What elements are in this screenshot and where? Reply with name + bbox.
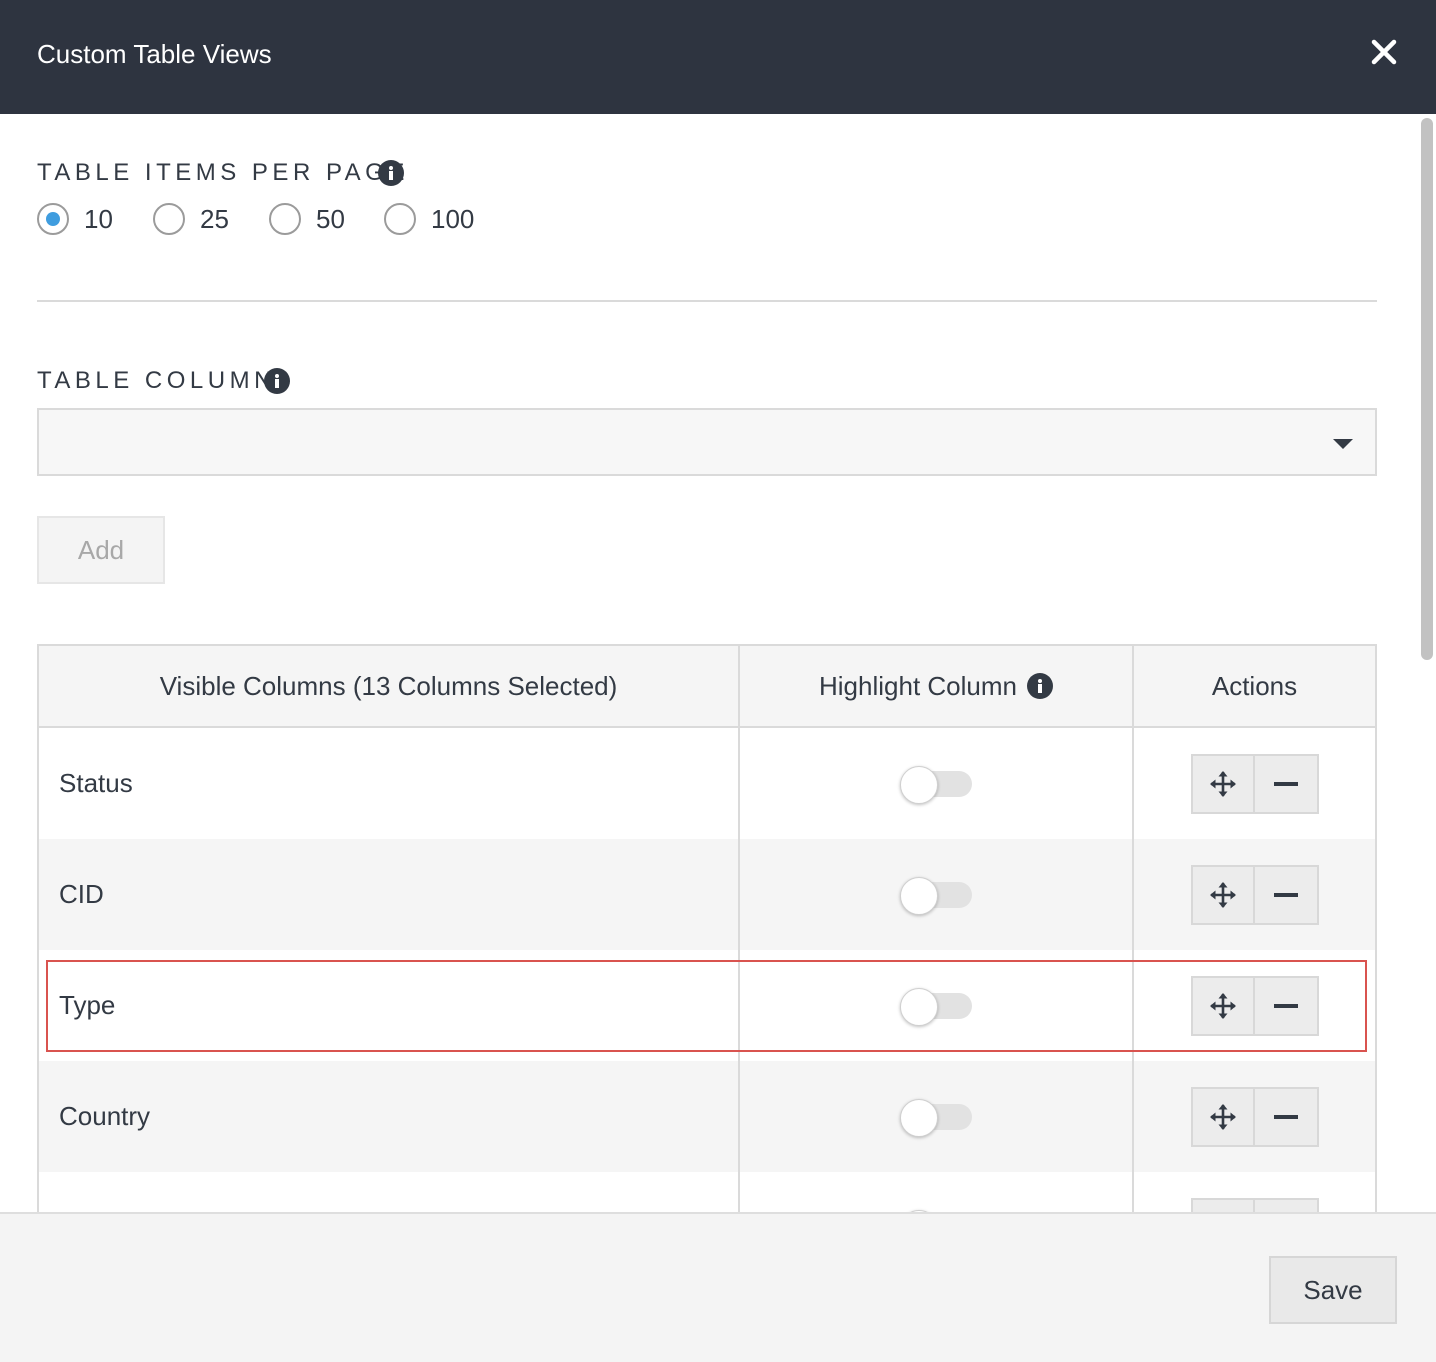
radio-circle[interactable] bbox=[269, 203, 301, 235]
remove-button[interactable] bbox=[1254, 975, 1319, 1036]
highlight-cell bbox=[740, 1061, 1134, 1172]
move-icon bbox=[1209, 992, 1236, 1019]
actions-cell bbox=[1134, 728, 1375, 839]
table-header-row: Visible Columns (13 Columns Selected) Hi… bbox=[39, 646, 1375, 728]
column-name: Country bbox=[39, 1061, 740, 1172]
dialog-footer: Save bbox=[0, 1212, 1436, 1362]
radio-50[interactable]: 50 bbox=[269, 203, 345, 235]
vertical-scrollbar[interactable] bbox=[1420, 114, 1436, 1212]
actions-cell bbox=[1134, 950, 1375, 1061]
close-icon bbox=[1371, 39, 1397, 65]
info-icon[interactable] bbox=[1026, 673, 1053, 699]
info-icon[interactable] bbox=[264, 368, 290, 394]
actions-cell bbox=[1134, 1061, 1375, 1172]
dialog-header: Custom Table Views bbox=[0, 0, 1436, 114]
table-column-label: TABLE COLUMN bbox=[37, 367, 276, 394]
highlight-toggle[interactable] bbox=[900, 1098, 972, 1137]
remove-button[interactable] bbox=[1254, 1086, 1319, 1147]
save-button[interactable]: Save bbox=[1269, 1256, 1397, 1324]
highlight-toggle[interactable] bbox=[900, 987, 972, 1026]
action-group bbox=[1190, 864, 1319, 925]
radio-10[interactable]: 10 bbox=[37, 203, 113, 235]
radio-25[interactable]: 25 bbox=[153, 203, 229, 235]
highlight-toggle[interactable] bbox=[900, 876, 972, 915]
move-button[interactable] bbox=[1190, 753, 1255, 814]
remove-button[interactable] bbox=[1254, 753, 1319, 814]
radio-circle-checked[interactable] bbox=[37, 203, 69, 235]
move-icon bbox=[1209, 1103, 1236, 1130]
radio-circle[interactable] bbox=[153, 203, 185, 235]
move-button[interactable] bbox=[1190, 1197, 1255, 1212]
column-name: Status bbox=[39, 728, 740, 839]
dialog-body[interactable]: TABLE ITEMS PER PAGE 10 25 50 100 TABLE … bbox=[0, 114, 1420, 1212]
toggle-knob bbox=[900, 765, 938, 804]
close-button[interactable] bbox=[1366, 34, 1402, 70]
remove-button[interactable] bbox=[1254, 1197, 1319, 1212]
table-row: Status bbox=[39, 728, 1375, 839]
table-row bbox=[39, 1172, 1375, 1212]
toggle-knob bbox=[900, 987, 938, 1026]
table-column-select[interactable] bbox=[37, 408, 1377, 476]
column-name: Type bbox=[39, 950, 740, 1061]
column-name: CID bbox=[39, 839, 740, 950]
radio-label: 100 bbox=[431, 203, 475, 234]
toggle-knob bbox=[900, 876, 938, 915]
minus-icon bbox=[1273, 1003, 1298, 1008]
move-icon bbox=[1209, 881, 1236, 908]
highlight-cell bbox=[740, 950, 1134, 1061]
action-group bbox=[1190, 1197, 1319, 1212]
header-label: Highlight Column bbox=[819, 670, 1017, 701]
move-button[interactable] bbox=[1190, 975, 1255, 1036]
header-label: Actions bbox=[1211, 670, 1298, 701]
header-label: Visible Columns (13 Columns Selected) bbox=[159, 670, 618, 701]
radio-label: 10 bbox=[84, 203, 113, 234]
action-group bbox=[1190, 753, 1319, 814]
visible-columns-table: Visible Columns (13 Columns Selected) Hi… bbox=[37, 644, 1377, 1212]
highlight-toggle[interactable] bbox=[900, 765, 972, 804]
actions-cell bbox=[1134, 839, 1375, 950]
minus-icon bbox=[1273, 1114, 1298, 1119]
section-divider bbox=[37, 300, 1377, 302]
add-button[interactable]: Add bbox=[37, 516, 165, 584]
radio-label: 25 bbox=[200, 203, 229, 234]
dialog-title: Custom Table Views bbox=[37, 39, 272, 69]
radio-label: 50 bbox=[316, 203, 345, 234]
radio-circle[interactable] bbox=[384, 203, 416, 235]
action-group bbox=[1190, 975, 1319, 1036]
header-highlight-column: Highlight Column bbox=[740, 646, 1134, 726]
remove-button[interactable] bbox=[1254, 864, 1319, 925]
table-row: Country bbox=[39, 1061, 1375, 1172]
scrollbar-thumb[interactable] bbox=[1421, 118, 1433, 660]
minus-icon bbox=[1273, 781, 1298, 786]
radio-100[interactable]: 100 bbox=[384, 203, 474, 235]
header-visible-columns: Visible Columns (13 Columns Selected) bbox=[39, 646, 740, 726]
table-row: CID bbox=[39, 839, 1375, 950]
header-actions: Actions bbox=[1134, 646, 1375, 726]
toggle-knob bbox=[900, 1098, 938, 1137]
highlight-cell bbox=[740, 1172, 1134, 1212]
move-icon bbox=[1209, 770, 1236, 797]
info-icon[interactable] bbox=[378, 160, 404, 186]
highlight-cell bbox=[740, 839, 1134, 950]
chevron-down-icon bbox=[1333, 439, 1353, 449]
column-name bbox=[39, 1172, 740, 1212]
items-per-page-label: TABLE ITEMS PER PAGE bbox=[37, 159, 409, 186]
action-group bbox=[1190, 1086, 1319, 1147]
move-button[interactable] bbox=[1190, 1086, 1255, 1147]
highlight-cell bbox=[740, 728, 1134, 839]
minus-icon bbox=[1273, 892, 1298, 897]
actions-cell bbox=[1134, 1172, 1375, 1212]
table-row: Type bbox=[39, 950, 1375, 1061]
move-button[interactable] bbox=[1190, 864, 1255, 925]
